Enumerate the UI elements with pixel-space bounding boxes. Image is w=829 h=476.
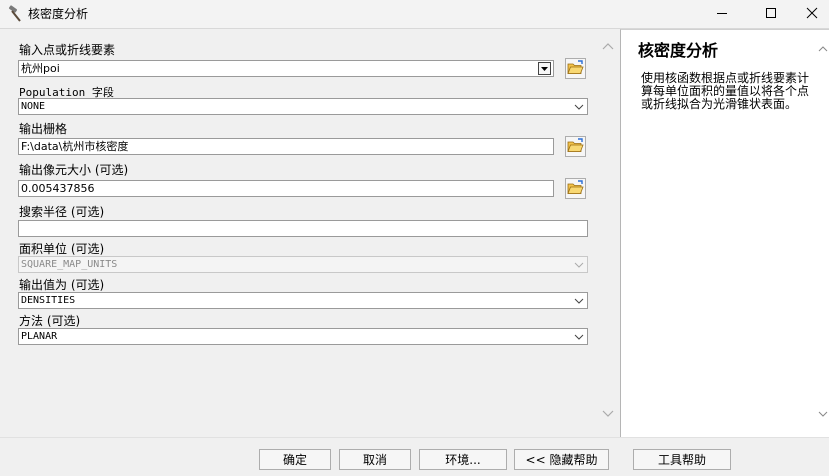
method-value: PLANAR bbox=[21, 331, 58, 342]
window-title: 核密度分析 bbox=[28, 7, 89, 21]
search-radius-input[interactable] bbox=[18, 220, 588, 237]
browse-cellsize-button[interactable] bbox=[565, 178, 586, 199]
output-raster-input[interactable]: F:\data\杭州市核密度 bbox=[18, 138, 554, 155]
output-values-value: DENSITIES bbox=[21, 295, 76, 306]
output-values-select[interactable]: DENSITIES bbox=[18, 292, 588, 309]
chevron-up-icon[interactable] bbox=[602, 41, 614, 55]
chevron-down-icon bbox=[574, 260, 584, 270]
input-features-label: 输入点或折线要素 bbox=[19, 43, 116, 57]
area-units-value: SQUARE_MAP_UNITS bbox=[21, 259, 118, 270]
chevron-down-icon bbox=[574, 332, 584, 342]
folder-icon bbox=[567, 59, 584, 78]
area-units-label: 面积单位 (可选) bbox=[19, 242, 105, 256]
population-field-select[interactable]: NONE bbox=[18, 98, 588, 115]
chevron-down-icon bbox=[574, 296, 584, 306]
parameters-scrollbar[interactable] bbox=[598, 29, 618, 437]
method-label: 方法 (可选) bbox=[19, 314, 81, 328]
ok-button[interactable]: 确定 bbox=[259, 449, 331, 470]
button-bar: 确定 取消 环境... << 隐藏帮助 工具帮助 bbox=[0, 437, 829, 476]
close-button[interactable] bbox=[794, 0, 829, 26]
population-field-value: NONE bbox=[21, 101, 46, 112]
chevron-down-icon[interactable] bbox=[602, 407, 614, 421]
tool-help-button[interactable]: 工具帮助 bbox=[633, 449, 731, 470]
folder-icon bbox=[567, 137, 584, 156]
input-features-value: 杭州poi bbox=[21, 62, 60, 75]
output-raster-value: F:\data\杭州市核密度 bbox=[21, 140, 129, 153]
method-select[interactable]: PLANAR bbox=[18, 328, 588, 345]
combo-dropdown-button[interactable] bbox=[538, 62, 551, 75]
maximize-button[interactable] bbox=[748, 0, 794, 26]
help-pane: 核密度分析 使用核函数根据点或折线要素计算每单位面积的量值以将各个点或折线拟合为… bbox=[620, 29, 829, 437]
title-bar: 核密度分析 bbox=[0, 0, 829, 28]
cell-size-value: 0.005437856 bbox=[21, 182, 95, 195]
help-title: 核密度分析 bbox=[638, 41, 719, 60]
chevron-down-icon bbox=[574, 102, 584, 112]
environments-button[interactable]: 环境... bbox=[419, 449, 507, 470]
browse-output-button[interactable] bbox=[565, 136, 586, 157]
output-values-label: 输出值为 (可选) bbox=[19, 278, 105, 292]
chevron-down-icon[interactable] bbox=[818, 407, 828, 421]
browse-input-button[interactable] bbox=[565, 58, 586, 79]
cell-size-label: 输出像元大小 (可选) bbox=[19, 163, 129, 177]
folder-icon bbox=[567, 179, 584, 198]
search-radius-label: 搜索半径 (可选) bbox=[19, 205, 105, 219]
help-scrollbar[interactable] bbox=[817, 30, 829, 437]
parameters-pane: 输入点或折线要素 杭州poi Population 字段 NONE 输出栅格 F… bbox=[0, 29, 598, 437]
minimize-button[interactable] bbox=[699, 0, 745, 26]
hammer-icon bbox=[6, 5, 24, 23]
help-description: 使用核函数根据点或折线要素计算每单位面积的量值以将各个点或折线拟合为光滑锥状表面… bbox=[641, 71, 810, 111]
hide-help-button[interactable]: << 隐藏帮助 bbox=[514, 449, 609, 470]
cancel-button[interactable]: 取消 bbox=[339, 449, 411, 470]
input-features-combo[interactable]: 杭州poi bbox=[18, 60, 554, 77]
area-units-select[interactable]: SQUARE_MAP_UNITS bbox=[18, 256, 588, 273]
output-raster-label: 输出栅格 bbox=[19, 122, 68, 136]
cell-size-input[interactable]: 0.005437856 bbox=[18, 180, 554, 197]
chevron-up-icon[interactable] bbox=[818, 42, 828, 56]
